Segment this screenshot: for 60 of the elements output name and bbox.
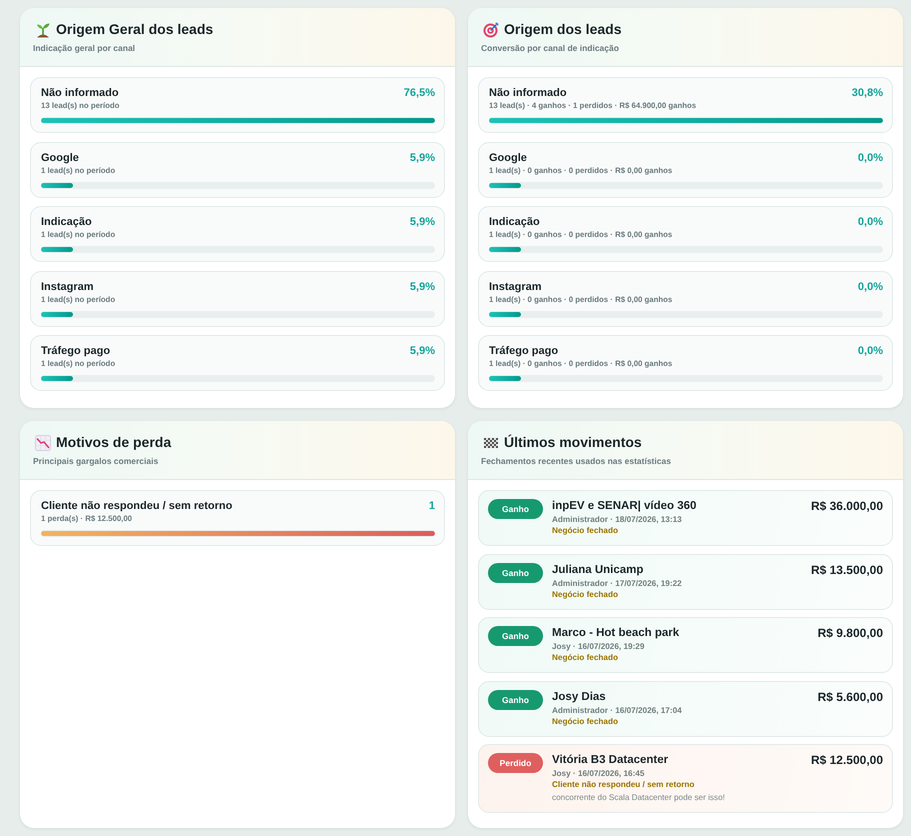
deal-outcome: Negócio fechado	[552, 716, 619, 728]
card-subtitle: Principais gargalos comerciais	[33, 455, 160, 467]
row-percentage: 0,0%	[858, 280, 883, 294]
row-percentage: 0,0%	[858, 215, 883, 230]
deal-outcome: Negócio fechado	[552, 525, 619, 537]
row-percentage: 0,0%	[858, 150, 883, 166]
row-percentage: 5,9%	[410, 344, 435, 359]
status-badge: Ganho	[488, 499, 543, 519]
deal-title: inpEV e SENAR| vídeo 360	[552, 499, 698, 514]
deal-title: Josy Dias	[552, 690, 607, 704]
row-label: Cliente não respondeu / sem retorno	[41, 499, 232, 514]
status-badge: Ganho	[488, 562, 543, 582]
seedling-icon	[35, 22, 51, 38]
card-subtitle: Fechamentos recentes usados nas estatísticas	[481, 455, 672, 467]
row-label: Indicação	[41, 215, 92, 230]
deal-title: Vitória B3 Datacenter	[552, 753, 670, 768]
checkered-flag-icon	[483, 438, 499, 448]
row-label: Instagram	[41, 280, 94, 294]
deal-amount: R$ 5.600,00	[818, 690, 883, 704]
deal-meta: Administrador · 16/07/2026, 17:04	[552, 704, 683, 716]
deal-title: Juliana Unicamp	[552, 562, 644, 578]
row-label: Google	[489, 150, 527, 166]
status-badge: Ganho	[488, 690, 543, 710]
row-percentage: 0,0%	[858, 344, 883, 359]
row-percentage: 5,9%	[410, 215, 435, 230]
card-subtitle: Conversão por canal de indicação	[481, 42, 620, 54]
row-percentage: 76,5%	[404, 86, 435, 101]
deal-note: concorrente do Scala Datacenter pode ser isso!	[552, 792, 726, 804]
row-label: Google	[41, 150, 79, 166]
target-icon	[483, 22, 499, 38]
card-title: Motivos de perda	[56, 433, 172, 452]
row-percentage: 5,9%	[410, 280, 435, 294]
deal-amount: R$ 36.000,00	[810, 499, 883, 514]
deal-amount: R$ 9.800,00	[818, 626, 883, 641]
deal-meta: Josy · 16/07/2026, 16:45	[552, 768, 646, 779]
deal-title: Marco - Hot beach park	[552, 626, 680, 641]
row-label: Tráfego pago	[41, 344, 110, 359]
deal-meta: Josy · 16/07/2026, 19:29	[552, 641, 646, 652]
row-label: Não informado	[489, 86, 567, 101]
row-label: Não informado	[41, 86, 119, 101]
status-badge: Ganho	[488, 626, 543, 646]
deal-amount: R$ 13.500,00	[810, 562, 883, 578]
deal-outcome: Negócio fechado	[552, 652, 619, 664]
deal-meta: Administrador · 17/07/2026, 19:22	[552, 578, 683, 588]
deal-outcome: Negócio fechado	[552, 588, 619, 600]
deal-meta: Administrador · 18/07/2026, 13:13	[552, 514, 683, 525]
card-title: Origem Geral dos leads	[56, 20, 214, 39]
row-count: 1	[428, 499, 435, 514]
row-label: Instagram	[489, 280, 542, 294]
deal-outcome: Cliente não respondeu / sem retorno	[552, 779, 696, 791]
row-percentage: 5,9%	[410, 150, 435, 166]
card-title: Últimos movimentos	[504, 433, 642, 452]
status-badge: Perdido	[488, 753, 543, 773]
card-subtitle: Indicação geral por canal	[33, 42, 136, 54]
row-label: Tráfego pago	[489, 344, 558, 359]
card-title: Origem dos leads	[504, 20, 622, 39]
row-percentage: 30,8%	[852, 86, 883, 101]
deal-amount: R$ 12.500,00	[810, 753, 883, 768]
row-label: Indicação	[489, 215, 540, 230]
chart-down-icon	[35, 434, 51, 450]
